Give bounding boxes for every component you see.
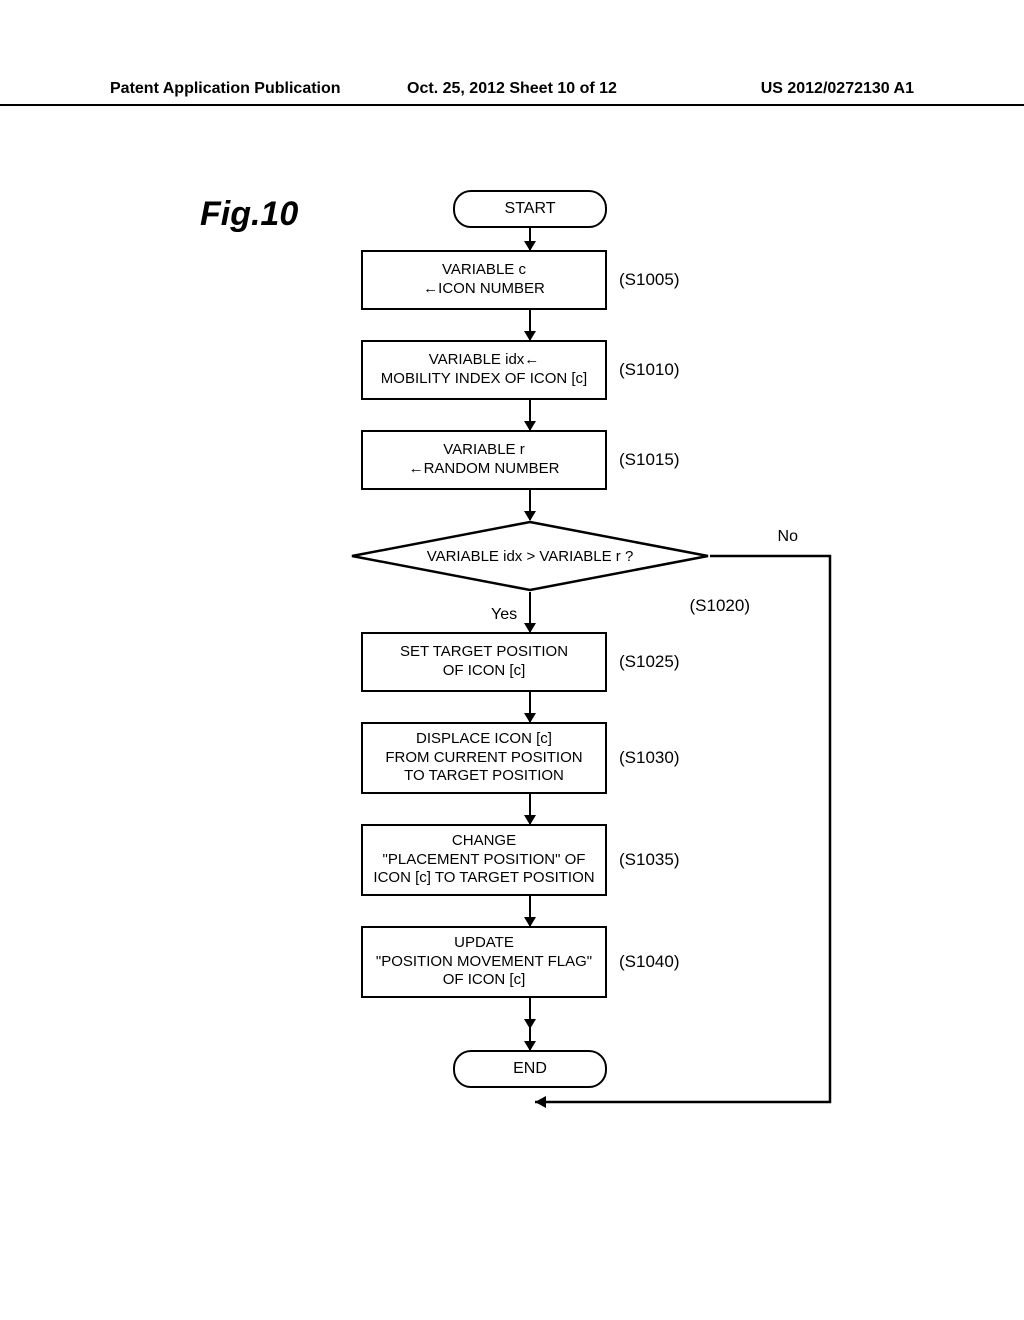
decision-diamond: VARIABLE idx > VARIABLE r ? [350,520,710,592]
page-header: Patent Application Publication Oct. 25, … [0,80,1024,106]
step-label: (S1015) [619,450,699,470]
process-box: UPDATE"POSITION MOVEMENT FLAG"OF ICON [c… [361,926,607,998]
page: Patent Application Publication Oct. 25, … [0,0,1024,1320]
arrow-icon [529,228,531,250]
step-s1005: VARIABLE c←ICON NUMBER (S1005) [361,250,699,310]
step-label: (S1010) [619,360,699,380]
step-s1025: SET TARGET POSITIONOF ICON [c] (S1025) [361,632,699,692]
arrow-icon [529,692,531,722]
step-label: (S1025) [619,652,699,672]
process-box: VARIABLE r←RANDOM NUMBER [361,430,607,490]
arrow-icon [529,310,531,340]
step-label: (S1040) [619,952,699,972]
arrow-icon [529,794,531,824]
step-s1040: UPDATE"POSITION MOVEMENT FLAG"OF ICON [c… [361,926,699,998]
step-label: (S1030) [619,748,699,768]
process-box: VARIABLE idx←MOBILITY INDEX OF ICON [c] [361,340,607,400]
arrow-icon [529,592,531,632]
step-label: (S1035) [619,850,699,870]
step-s1030: DISPLACE ICON [c]FROM CURRENT POSITIONTO… [361,722,699,794]
process-box: VARIABLE c←ICON NUMBER [361,250,607,310]
header-right: US 2012/0272130 A1 [646,80,914,98]
arrow-icon [529,998,531,1028]
process-box: SET TARGET POSITIONOF ICON [c] [361,632,607,692]
step-label: (S1005) [619,270,699,290]
terminal-end: END [453,1050,607,1088]
step-s1015: VARIABLE r←RANDOM NUMBER (S1015) [361,430,699,490]
branch-no-label: No [778,528,798,546]
branch-yes-label: Yes [491,606,517,624]
process-box: CHANGE"PLACEMENT POSITION" OFICON [c] TO… [361,824,607,896]
terminal-start: START [453,190,607,228]
header-mid: Oct. 25, 2012 Sheet 10 of 12 [378,80,646,98]
step-s1010: VARIABLE idx←MOBILITY INDEX OF ICON [c] … [361,340,699,400]
step-label: (S1020) [690,596,750,616]
process-box: DISPLACE ICON [c]FROM CURRENT POSITIONTO… [361,722,607,794]
arrow-icon [529,400,531,430]
arrow-icon [529,1028,531,1050]
arrow-icon [529,896,531,926]
decision-s1020: VARIABLE idx > VARIABLE r ? No (S1020) Y… [270,520,790,632]
decision-text: VARIABLE idx > VARIABLE r ? [350,520,710,592]
arrow-icon [529,490,531,520]
header-left: Patent Application Publication [110,80,378,98]
flowchart: START VARIABLE c←ICON NUMBER (S1005) VAR… [270,190,790,1088]
step-s1035: CHANGE"PLACEMENT POSITION" OFICON [c] TO… [361,824,699,896]
